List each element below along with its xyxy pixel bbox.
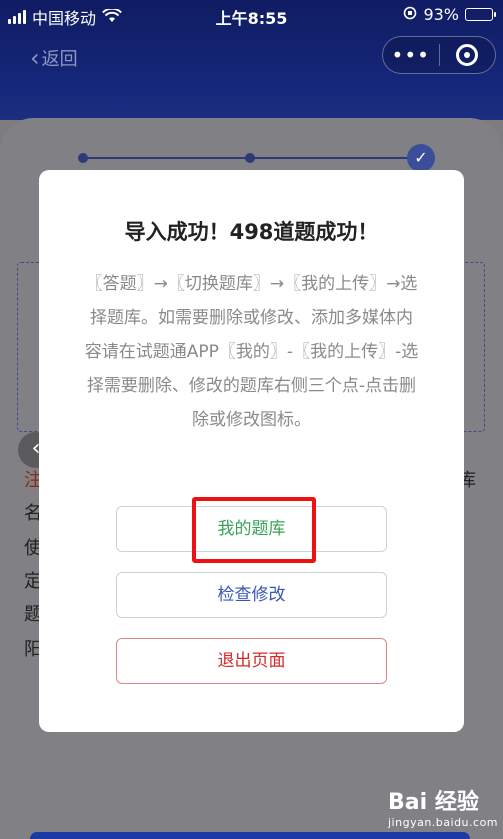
import-success-dialog: 导入成功！498道题成功！ 〖答题〗→〖切换题库〗→〖我的上传〗→选择题库。如需… <box>39 170 464 732</box>
mini-program-capsule: ••• <box>382 36 496 74</box>
exit-page-button[interactable]: 退出页面 <box>116 638 387 684</box>
highlight-annotation <box>192 497 316 563</box>
back-button[interactable]: ‹ 返回 <box>30 44 78 72</box>
target-icon <box>456 44 479 66</box>
battery-icon <box>465 8 496 21</box>
dialog-title: 导入成功！498道题成功！ <box>124 220 379 244</box>
watermark-logo: Bai 经验 <box>388 790 479 815</box>
more-dots-icon[interactable]: ••• <box>383 43 439 67</box>
baidu-watermark: Bai 经验 jingyan.baidu.com <box>388 784 498 838</box>
check-edit-button[interactable]: 检查修改 <box>116 572 387 618</box>
orientation-lock-icon <box>403 5 417 24</box>
watermark-url: jingyan.baidu.com <box>388 816 499 829</box>
check-icon: ✓ <box>407 144 435 172</box>
chevron-left-icon: ‹ <box>30 44 40 72</box>
back-label: 返回 <box>41 49 78 70</box>
dialog-message: 〖答题〗→〖切换题库〗→〖我的上传〗→选择题库。如需要删除或修改、添加多媒体内容… <box>84 274 419 430</box>
app-header: 中国移动 上午8:55 93% ‹ 返回 ••• <box>0 0 503 120</box>
status-bar: 中国移动 上午8:55 93% <box>0 0 503 30</box>
step-dot <box>245 153 255 163</box>
battery-percent: 93% <box>423 5 459 24</box>
step-dot <box>78 153 88 163</box>
close-capsule-button[interactable] <box>439 44 495 66</box>
